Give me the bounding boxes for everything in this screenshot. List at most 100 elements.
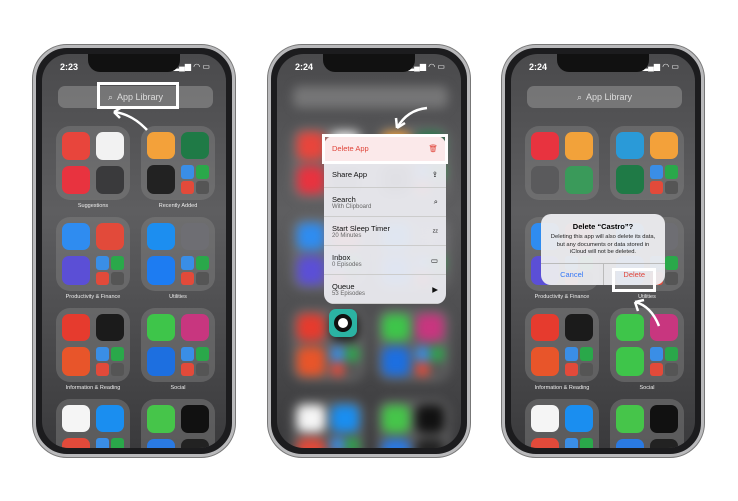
app-icon[interactable] — [147, 439, 175, 448]
app-icon[interactable] — [565, 166, 593, 194]
cancel-button[interactable]: Cancel — [541, 263, 604, 285]
folder-more-apps[interactable] — [416, 347, 444, 376]
app-icon[interactable] — [650, 439, 678, 448]
app-icon[interactable] — [297, 256, 325, 285]
notch — [557, 54, 649, 72]
app-icon[interactable] — [382, 405, 410, 433]
app-icon[interactable] — [416, 405, 444, 433]
folder-more-apps[interactable] — [565, 347, 593, 376]
app-icon[interactable] — [382, 347, 410, 376]
folder-more-apps[interactable] — [331, 438, 359, 448]
app-library-search[interactable]: ⌕ App Library — [527, 86, 682, 108]
folder-more-apps[interactable] — [96, 347, 124, 376]
app-icon[interactable] — [62, 132, 90, 160]
app-icon[interactable] — [616, 347, 644, 376]
app-icon[interactable] — [181, 314, 209, 341]
app-icon[interactable] — [297, 405, 325, 432]
app-folder[interactable] — [141, 308, 215, 382]
app-icon[interactable] — [62, 347, 90, 376]
app-icon[interactable] — [297, 438, 325, 448]
folder-more-apps[interactable] — [331, 347, 359, 376]
app-icon[interactable] — [297, 347, 325, 376]
app-icon[interactable] — [297, 223, 325, 250]
app-icon[interactable] — [181, 132, 209, 159]
app-folder[interactable] — [610, 126, 684, 200]
app-folder[interactable] — [610, 399, 684, 448]
app-folder[interactable] — [525, 308, 599, 382]
app-icon[interactable] — [62, 223, 90, 250]
app-icon[interactable] — [650, 132, 678, 159]
app-icon[interactable] — [62, 314, 90, 341]
app-icon[interactable] — [531, 347, 559, 376]
app-icon[interactable] — [650, 405, 678, 433]
app-icon[interactable] — [531, 132, 559, 160]
app-icon[interactable] — [382, 314, 410, 341]
app-folder[interactable] — [56, 126, 130, 200]
app-icon[interactable] — [147, 165, 175, 194]
app-icon[interactable] — [616, 405, 644, 433]
app-icon[interactable] — [616, 439, 644, 448]
app-icon[interactable] — [147, 405, 175, 433]
app-icon[interactable] — [147, 347, 175, 376]
app-icon[interactable] — [531, 314, 559, 341]
app-folder[interactable] — [141, 217, 215, 291]
app-folder[interactable] — [525, 126, 599, 200]
folder-more-apps[interactable] — [650, 165, 678, 194]
folder-more-apps[interactable] — [565, 438, 593, 448]
app-icon[interactable] — [96, 166, 124, 194]
folder-more-apps[interactable] — [96, 256, 124, 285]
app-icon[interactable] — [96, 405, 124, 432]
folder-more-apps[interactable] — [181, 165, 209, 194]
menu-item[interactable]: Share App ⇪ — [324, 162, 446, 188]
app-icon[interactable] — [62, 256, 90, 285]
app-icon[interactable] — [531, 166, 559, 194]
folder-label: Productivity & Finance — [65, 294, 121, 300]
app-icon[interactable] — [565, 405, 593, 432]
app-folder[interactable] — [141, 126, 215, 200]
app-icon[interactable] — [565, 314, 593, 341]
folder-more-apps[interactable] — [96, 438, 124, 448]
app-icon[interactable] — [62, 438, 90, 448]
app-icon[interactable] — [382, 439, 410, 448]
folder-more-apps[interactable] — [181, 256, 209, 285]
app-icon[interactable] — [297, 166, 325, 194]
app-folder[interactable] — [56, 308, 130, 382]
app-icon[interactable] — [181, 223, 209, 250]
app-icon[interactable] — [181, 439, 209, 448]
app-icon[interactable] — [416, 314, 444, 341]
app-icon[interactable] — [531, 438, 559, 448]
app-icon[interactable] — [96, 314, 124, 341]
app-icon[interactable] — [147, 132, 175, 159]
app-icon[interactable] — [616, 132, 644, 159]
app-icon[interactable] — [616, 165, 644, 194]
app-icon[interactable] — [416, 439, 444, 448]
app-icon[interactable] — [297, 132, 325, 160]
app-folder[interactable] — [56, 217, 130, 291]
menu-item-icon: ᶻᶻ — [432, 226, 438, 236]
folder-more-apps[interactable] — [650, 347, 678, 376]
castro-app-icon[interactable] — [329, 309, 357, 337]
app-folder[interactable] — [56, 399, 130, 448]
app-folder[interactable] — [525, 399, 599, 448]
folder-more-apps[interactable] — [181, 347, 209, 376]
app-icon[interactable] — [96, 132, 124, 160]
menu-item[interactable]: Start Sleep Timer 20 Minutes ᶻᶻ — [324, 217, 446, 246]
app-icon[interactable] — [297, 314, 325, 341]
menu-item[interactable]: Queue 53 Episodes ▶ — [324, 275, 446, 304]
app-icon[interactable] — [531, 405, 559, 432]
menu-item[interactable]: Inbox 0 Episodes ▭ — [324, 246, 446, 275]
app-icon[interactable] — [96, 223, 124, 250]
app-folder[interactable] — [141, 399, 215, 448]
app-folder[interactable] — [291, 399, 365, 448]
app-icon[interactable] — [147, 223, 175, 250]
app-icon[interactable] — [147, 256, 175, 285]
app-icon[interactable] — [565, 132, 593, 160]
app-folder[interactable] — [376, 308, 450, 382]
menu-item[interactable]: Search With Clipboard ⌕ — [324, 188, 446, 217]
app-icon[interactable] — [62, 405, 90, 432]
app-icon[interactable] — [331, 405, 359, 432]
app-icon[interactable] — [181, 405, 209, 433]
app-icon[interactable] — [62, 166, 90, 194]
app-folder[interactable] — [376, 399, 450, 448]
app-icon[interactable] — [147, 314, 175, 341]
